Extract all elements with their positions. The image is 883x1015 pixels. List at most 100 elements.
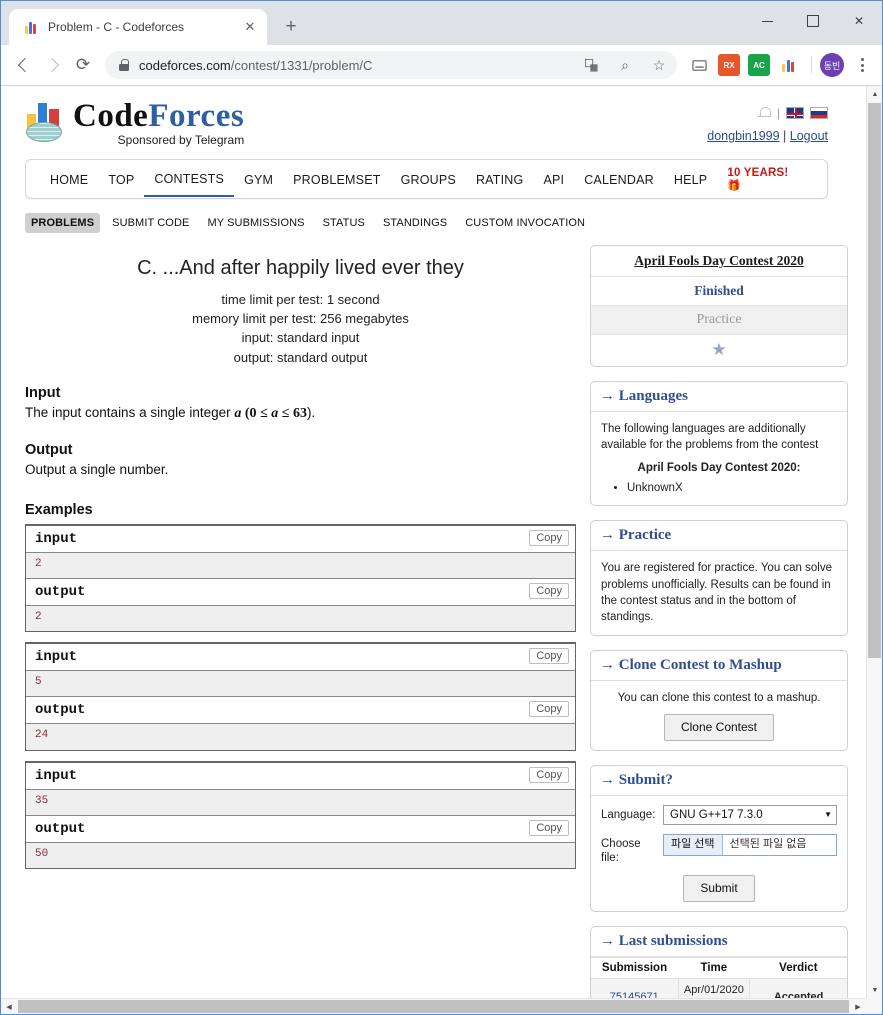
header-separator: |: [776, 106, 780, 120]
chevron-down-icon: ▼: [824, 810, 832, 820]
forward-arrow-icon[interactable]: [39, 51, 67, 79]
reload-icon[interactable]: ⟳: [69, 51, 97, 79]
nav-item-contests[interactable]: CONTESTS: [144, 162, 235, 197]
submit-box-body: Language: GNU G++17 7.3.0 ▼ Choose file:: [591, 796, 847, 911]
sample-output-label: output: [35, 820, 86, 837]
file-input[interactable]: 파일 선택 선택된 파일 없음: [663, 833, 837, 856]
close-tab-icon[interactable]: ✕: [241, 18, 259, 36]
clone-contest-box-body: You can clone this contest to a mashup. …: [591, 681, 847, 750]
copy-button[interactable]: Copy: [529, 819, 569, 836]
close-window-button[interactable]: ✕: [836, 1, 882, 41]
submission-time-cell: Apr/01/2020 18:51: [678, 977, 751, 998]
nav-item-rating[interactable]: RATING: [466, 163, 534, 196]
extension-ac-icon[interactable]: AC: [748, 54, 770, 76]
input-text-prefix: The input contains a single integer: [25, 404, 235, 420]
languages-contest-name: April Fools Day Contest 2020:: [637, 461, 801, 474]
logout-link[interactable]: Logout: [790, 129, 828, 143]
scroll-up-icon[interactable]: ▲: [867, 86, 882, 102]
logo-text: CodeForces Sponsored by Telegram: [73, 98, 245, 147]
zoom-out-icon[interactable]: ⌕: [613, 53, 637, 77]
extension-bars-icon[interactable]: [778, 54, 800, 76]
site-header: CodeForces Sponsored by Telegram | dongb…: [15, 86, 838, 146]
choose-file-button[interactable]: 파일 선택: [664, 834, 723, 855]
reading-list-icon[interactable]: [688, 54, 710, 76]
contest-subnavigation: PROBLEMS SUBMIT CODE MY SUBMISSIONS STAT…: [25, 213, 828, 233]
vertical-scrollbar[interactable]: ▲ ▼: [866, 86, 882, 998]
subnav-item-status[interactable]: STATUS: [317, 213, 371, 233]
favorite-star-icon[interactable]: ★: [711, 340, 726, 359]
copy-button[interactable]: Copy: [529, 582, 569, 599]
new-tab-button[interactable]: +: [277, 13, 305, 41]
subnav-item-submit-code[interactable]: SUBMIT CODE: [106, 213, 195, 233]
content-columns: C. ...And after happily lived ever they …: [15, 233, 848, 998]
copy-button[interactable]: Copy: [529, 701, 569, 718]
submission-id-cell: 75145671: [591, 977, 679, 998]
copy-button[interactable]: Copy: [529, 766, 569, 783]
sample-output-header: output Copy: [26, 814, 575, 843]
maximize-button[interactable]: [790, 1, 836, 41]
extension-rx-icon[interactable]: RX: [718, 54, 740, 76]
submit-button[interactable]: Submit: [683, 874, 755, 902]
time-limit: time limit per test: 1 second: [221, 292, 380, 307]
contest-info-box: April Fools Day Contest 2020 Finished Pr…: [590, 245, 848, 367]
address-bar[interactable]: codeforces.com/contest/1331/problem/C ⌕ …: [105, 51, 677, 79]
nav-item-top[interactable]: TOP: [98, 163, 144, 196]
submit-box: → Submit? Language: GNU G++17 7.3.0 ▼ Ch…: [590, 764, 848, 912]
flag-english-icon[interactable]: [786, 107, 804, 119]
browser-tab[interactable]: Problem - C - Codeforces ✕: [9, 9, 267, 45]
last-submissions-box: → Last submissions Submission Time Verdi…: [590, 925, 848, 998]
sample-input-header: input Copy: [26, 526, 575, 553]
minimize-button[interactable]: [744, 1, 790, 41]
toolbar-divider: [811, 56, 812, 74]
username-link[interactable]: dongbin1999: [707, 129, 779, 143]
clone-contest-description: You can clone this contest to a mashup.: [617, 691, 821, 704]
logo-forces-word: Forces: [148, 98, 245, 134]
bookmark-star-icon[interactable]: ☆: [647, 53, 671, 77]
nav-item-10-years[interactable]: 10 YEARS! 🎁: [717, 157, 813, 201]
nav-item-help[interactable]: HELP: [664, 163, 717, 196]
logo-code-word: Code: [73, 98, 149, 134]
nav-item-home[interactable]: HOME: [40, 163, 98, 196]
kebab-menu-icon[interactable]: [850, 53, 874, 77]
nav-item-groups[interactable]: GROUPS: [391, 163, 466, 196]
subnav-item-custom-invocation[interactable]: CUSTOM INVOCATION: [459, 213, 591, 233]
main-navigation: HOME TOP CONTESTS GYM PROBLEMSET GROUPS …: [25, 159, 828, 199]
horizontal-scrollbar-thumb[interactable]: [18, 1000, 849, 1013]
flag-russian-icon[interactable]: [810, 107, 828, 119]
contest-name-link[interactable]: April Fools Day Contest 2020: [634, 253, 804, 268]
nav-item-calendar[interactable]: CALENDAR: [574, 163, 664, 196]
clone-contest-box-title: → Clone Contest to Mashup: [591, 651, 847, 681]
clone-contest-button[interactable]: Clone Contest: [663, 713, 775, 741]
nav-item-gym[interactable]: GYM: [234, 163, 283, 196]
horizontal-scrollbar[interactable]: ◀ ▶: [1, 998, 866, 1014]
copy-button[interactable]: Copy: [529, 648, 569, 665]
vertical-scrollbar-thumb[interactable]: [868, 103, 881, 658]
subnav-item-standings[interactable]: STANDINGS: [377, 213, 453, 233]
submission-id-link[interactable]: 75145671: [610, 991, 659, 998]
input-spec: input: standard input: [241, 330, 360, 346]
translate-icon[interactable]: [579, 53, 603, 77]
nav-item-problemset[interactable]: PROBLEMSET: [283, 163, 390, 196]
selected-file-name: 선택된 파일 없음: [729, 838, 807, 851]
bar-chart-favicon: [23, 19, 39, 35]
copy-button[interactable]: Copy: [529, 529, 569, 546]
back-arrow-icon[interactable]: [9, 51, 37, 79]
codeforces-logo[interactable]: CodeForces Sponsored by Telegram: [25, 100, 244, 146]
avatar[interactable]: 동빈: [820, 53, 844, 77]
scroll-right-icon[interactable]: ▶: [850, 999, 866, 1014]
scroll-left-icon[interactable]: ◀: [1, 999, 17, 1014]
page-title: C. ...And after happily lived ever they: [137, 257, 464, 279]
contest-mode: Practice: [591, 306, 847, 335]
language-select[interactable]: GNU G++17 7.3.0 ▼: [663, 804, 837, 825]
nav-item-api[interactable]: API: [533, 163, 574, 196]
sample-output-label: output: [35, 702, 86, 719]
status-badge: Accepted: [749, 977, 847, 998]
codeforces-logo-icon: [25, 100, 65, 144]
list-item: UnknownX: [627, 480, 837, 496]
sample-output-label: output: [35, 583, 86, 600]
sample-output-value: 24: [26, 724, 575, 750]
notification-bell-icon[interactable]: [757, 106, 771, 120]
subnav-item-my-submissions[interactable]: MY SUBMISSIONS: [201, 213, 310, 233]
subnav-item-problems[interactable]: PROBLEMS: [25, 213, 101, 233]
scroll-down-icon[interactable]: ▼: [867, 982, 882, 998]
